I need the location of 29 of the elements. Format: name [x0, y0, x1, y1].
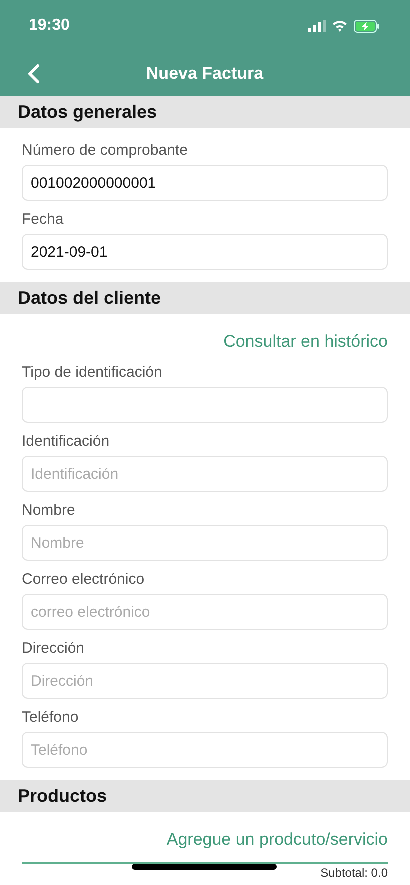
subtotal-text: Subtotal: 0.0 [320, 866, 388, 880]
input-field[interactable]: Nombre [22, 525, 388, 561]
wifi-icon [332, 20, 348, 32]
input-field[interactable]: correo electrónico [22, 594, 388, 630]
status-time: 19:30 [29, 17, 70, 35]
input-field[interactable]: 2021-09-01 [22, 234, 388, 270]
input-field[interactable]: 001002000000001 [22, 165, 388, 201]
section-header: Datos generales [0, 96, 410, 128]
signal-icon [308, 20, 326, 32]
section-header: Productos [0, 780, 410, 812]
field-label: Fecha [22, 211, 65, 228]
screen-title: Nueva Factura [146, 64, 264, 84]
field-label: Teléfono [22, 709, 80, 726]
field-label: Identificación [22, 433, 111, 450]
field-label: Dirección [22, 640, 86, 657]
section-header: Datos del cliente [0, 282, 410, 314]
chevron-left-icon [28, 64, 40, 84]
battery-charging-icon [354, 20, 380, 32]
back-button[interactable] [26, 62, 42, 86]
input-field[interactable] [22, 387, 388, 423]
field-label: Número de comprobante [22, 142, 189, 159]
field-label: Correo electrónico [22, 571, 146, 588]
field-label: Tipo de identificación [22, 364, 164, 381]
input-field[interactable]: Dirección [22, 663, 388, 699]
input-field[interactable]: Teléfono [22, 732, 388, 768]
field-label: Nombre [22, 502, 76, 519]
input-field[interactable]: Identificación [22, 456, 388, 492]
link[interactable]: Agregue un prodcuto/servicio [166, 830, 388, 850]
link[interactable]: Consultar en histórico [224, 332, 388, 352]
